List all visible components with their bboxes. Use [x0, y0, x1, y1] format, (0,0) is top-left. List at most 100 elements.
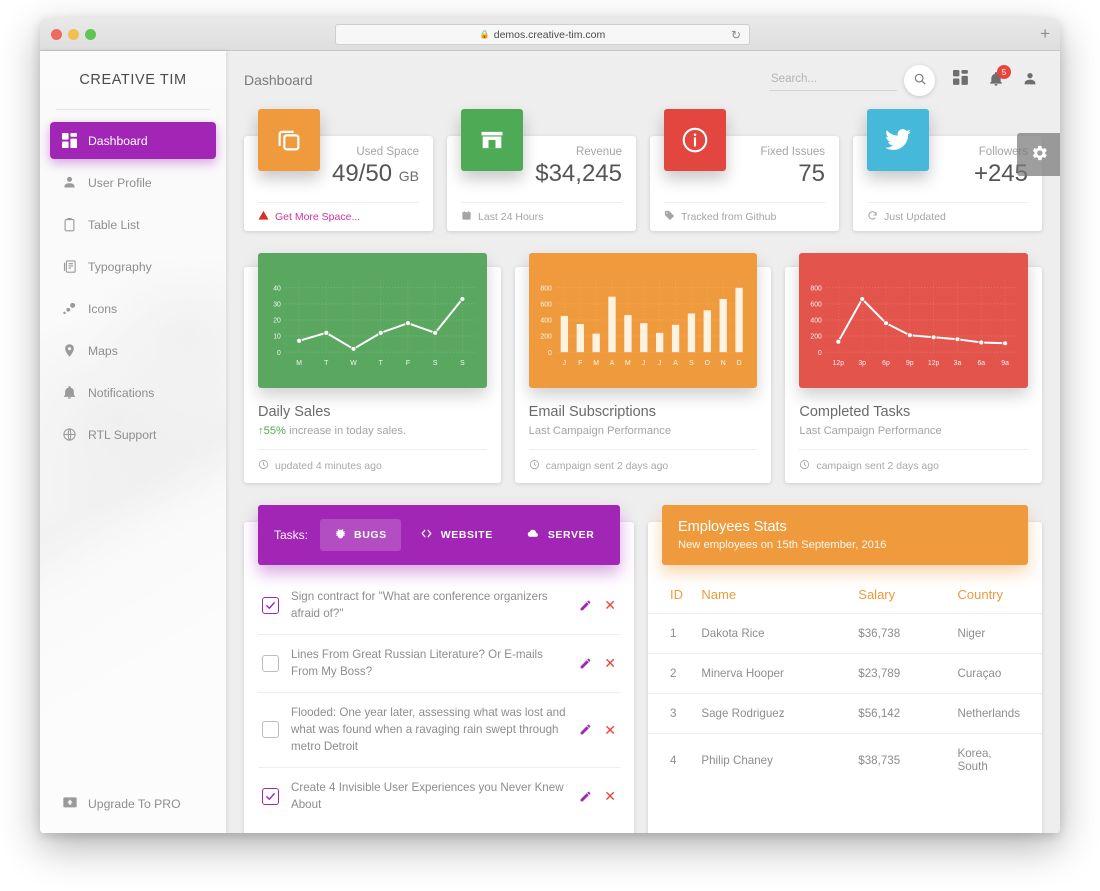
sidebar-item-rtl-support[interactable]: RTL Support — [50, 416, 216, 453]
column-header-salary[interactable]: Salary — [850, 575, 950, 614]
brand-logo[interactable]: CREATIVE TIM — [40, 51, 226, 109]
tab-server[interactable]: SERVER — [511, 519, 609, 551]
stat-footer[interactable]: Get More Space... — [258, 202, 419, 231]
employees-subtitle: New employees on 15th September, 2016 — [678, 539, 887, 551]
task-checkbox[interactable] — [262, 787, 279, 805]
maximize-window-button[interactable] — [85, 28, 96, 40]
sidebar-item-dashboard[interactable]: Dashboard — [50, 122, 216, 159]
tasks-tabs: Tasks: BUGS WEBSITE SERVER — [274, 519, 604, 551]
svg-text:400: 400 — [811, 318, 823, 325]
cell-salary: $23,789 — [850, 653, 950, 694]
task-row: Sign contract for "What are conference o… — [258, 577, 620, 635]
user-account-button[interactable] — [1022, 71, 1038, 90]
chart-subtitle: ↑55% increase in today sales. — [244, 420, 501, 449]
column-header-id[interactable]: ID — [648, 575, 694, 614]
minimize-window-button[interactable] — [68, 28, 79, 40]
chart-title: Completed Tasks — [799, 404, 911, 420]
svg-text:3a: 3a — [954, 360, 962, 367]
tasks-panel-header: Tasks: BUGS WEBSITE SERVER — [258, 505, 620, 565]
svg-text:30: 30 — [273, 302, 281, 309]
edit-task-button[interactable] — [579, 790, 592, 803]
edit-task-button[interactable] — [579, 599, 592, 612]
tab-website[interactable]: WEBSITE — [405, 519, 507, 551]
column-header-country[interactable]: Country — [949, 575, 1042, 614]
svg-text:W: W — [350, 360, 357, 367]
search-input[interactable] — [769, 69, 897, 91]
task-actions: ✕ — [579, 789, 616, 803]
svg-text:20: 20 — [273, 318, 281, 325]
sidebar-item-icons[interactable]: Icons — [50, 290, 216, 327]
person-icon — [1022, 71, 1038, 90]
close-window-button[interactable] — [51, 28, 62, 40]
table-row: 1 Dakota Rice $36,738 Niger — [648, 613, 1042, 654]
typography-icon — [62, 259, 88, 274]
sidebar-item-user-profile[interactable]: User Profile — [50, 164, 216, 201]
completed-tasks-chart: 0 200 400 600 800 12p 3p 6p 9p 12p 3a 6a 9a — [799, 253, 1029, 388]
plus-icon[interactable]: + — [1040, 25, 1050, 42]
delete-task-button[interactable]: ✕ — [604, 656, 616, 670]
edit-task-button[interactable] — [579, 657, 592, 670]
reload-icon[interactable]: ↻ — [731, 28, 741, 43]
delete-task-button[interactable]: ✕ — [604, 723, 616, 737]
chart-footer-label: updated 4 minutes ago — [275, 460, 382, 472]
cell-country: Curaçao — [949, 653, 1042, 694]
stat-number: $34,245 — [535, 160, 622, 187]
stat-footer-label: Tracked from Github — [681, 211, 777, 223]
task-checkbox[interactable] — [262, 721, 279, 739]
close-icon: ✕ — [604, 788, 616, 805]
sidebar-item-label: Maps — [88, 343, 118, 358]
person-icon — [62, 175, 88, 190]
employees-panel-header: Employees Stats New employees on 15th Se… — [662, 505, 1028, 565]
sidebar-item-table-list[interactable]: Table List — [50, 206, 216, 243]
delete-task-button[interactable]: ✕ — [604, 789, 616, 803]
task-checkbox[interactable] — [262, 596, 279, 614]
sidebar-item-typography[interactable]: Typography — [50, 248, 216, 285]
employees-table-body: 1 Dakota Rice $36,738 Niger 2 Minerva Ho… — [648, 613, 1042, 787]
task-actions: ✕ — [579, 723, 616, 737]
cell-name: Minerva Hooper — [693, 653, 851, 694]
chart-card-completed-tasks: 0 200 400 600 800 12p 3p 6p 9p 12p 3a 6a 9a Complete… — [785, 253, 1043, 483]
chart-title: Email Subscriptions — [528, 404, 656, 420]
stat-footer: Just Updated — [867, 202, 1028, 231]
column-header-name[interactable]: Name — [693, 575, 851, 614]
svg-text:S: S — [433, 360, 438, 367]
sidebar-item-label: Dashboard — [88, 133, 148, 148]
edit-task-button[interactable] — [579, 723, 592, 736]
address-bar[interactable]: 🔒 demos.creative-tim.com ↻ — [335, 24, 750, 45]
upgrade-to-pro-button[interactable]: Upgrade To PRO — [50, 794, 193, 813]
employees-title: Employees Stats — [678, 519, 787, 535]
daily-sales-chart: 0 10 20 30 40 M T W T F S S — [258, 253, 487, 388]
cell-id: 2 — [648, 653, 694, 694]
stat-card-fixed-issues: Fixed Issues 75 Tracked from Github — [650, 109, 839, 231]
sidebar-item-maps[interactable]: Maps — [50, 332, 216, 369]
svg-text:O: O — [704, 360, 709, 367]
tab-bugs[interactable]: BUGS — [320, 519, 401, 551]
settings-fab-button[interactable] — [1017, 133, 1060, 176]
svg-text:A: A — [673, 360, 678, 367]
stat-footer-label: Get More Space... — [275, 211, 361, 223]
sidebar: CREATIVE TIM Dashboard User Profile Tabl… — [40, 51, 226, 833]
stats-row: Used Space 49/50 GB Get More Space... Re… — [244, 109, 1042, 231]
task-text: Lines From Great Russian Literature? Or … — [291, 647, 543, 679]
twitter-icon — [867, 109, 929, 171]
sidebar-item-notifications[interactable]: Notifications — [50, 374, 216, 411]
svg-text:0: 0 — [818, 350, 822, 357]
stat-number: 49/50 — [332, 160, 393, 187]
cell-id: 3 — [648, 693, 694, 734]
bubble-icon — [62, 301, 88, 316]
svg-text:200: 200 — [540, 334, 552, 341]
svg-text:N: N — [720, 360, 725, 367]
delete-task-button[interactable]: ✕ — [604, 598, 616, 612]
apps-grid-button[interactable] — [953, 70, 970, 90]
svg-text:F: F — [406, 360, 410, 367]
map-pin-icon — [62, 343, 88, 358]
svg-text:0: 0 — [277, 350, 281, 357]
task-checkbox[interactable] — [262, 654, 279, 672]
svg-text:D: D — [736, 360, 741, 367]
code-icon — [419, 527, 434, 543]
unarchive-icon — [62, 794, 78, 813]
window-controls — [51, 28, 96, 40]
tab-label: WEBSITE — [440, 529, 493, 541]
search-button[interactable] — [904, 64, 935, 96]
notifications-button[interactable]: 5 — [988, 64, 1011, 90]
